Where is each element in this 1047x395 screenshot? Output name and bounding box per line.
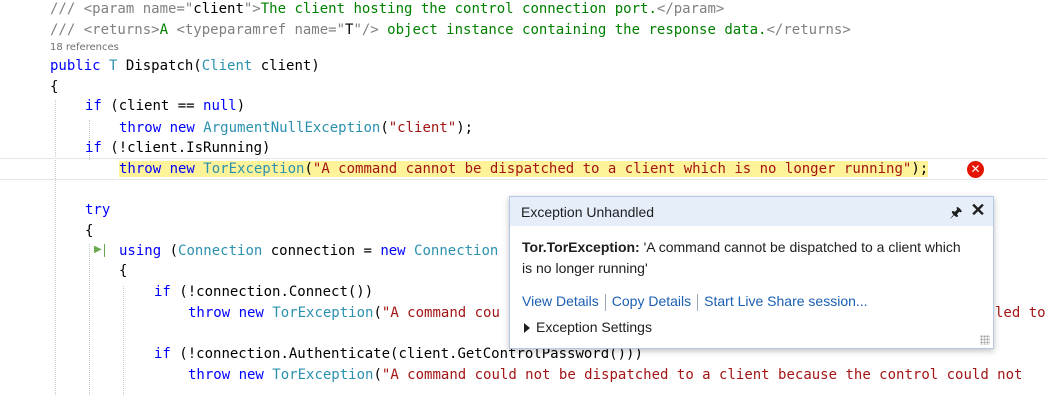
exception-type: Tor.TorException: bbox=[522, 239, 640, 255]
exception-settings-toggle[interactable]: Exception Settings bbox=[524, 317, 652, 337]
run-to-click-icon[interactable]: ▶ bbox=[94, 244, 102, 255]
expand-triangle-icon bbox=[524, 323, 530, 333]
codelens-references[interactable]: 18 references bbox=[50, 41, 119, 55]
close-icon[interactable]: ✕ bbox=[969, 200, 987, 222]
exception-settings-label: Exception Settings bbox=[536, 319, 652, 335]
indent-guide bbox=[123, 286, 124, 395]
code-line: throw new TorException("A command could … bbox=[188, 367, 1023, 383]
view-details-link[interactable]: View Details bbox=[522, 293, 599, 309]
copy-details-link[interactable]: Copy Details bbox=[612, 293, 691, 309]
code-line-fragment: led to bbox=[995, 305, 1046, 321]
code-line: /// <param name="client">The client host… bbox=[50, 1, 725, 17]
run-to-click-bar bbox=[104, 244, 105, 257]
pin-icon[interactable]: 🖈 bbox=[949, 202, 963, 220]
current-statement-highlight: throw new TorException("A command cannot… bbox=[119, 161, 929, 177]
code-line: { bbox=[119, 263, 128, 279]
code-line: try bbox=[85, 202, 111, 218]
code-line: { bbox=[50, 79, 59, 95]
separator bbox=[604, 293, 606, 311]
code-line: { bbox=[85, 223, 94, 239]
indent-guide bbox=[55, 100, 56, 395]
exception-message: Tor.TorException: 'A command cannot be d… bbox=[522, 237, 962, 279]
separator bbox=[697, 293, 699, 311]
exception-popup: Exception Unhandled 🖈 ✕ Tor.TorException… bbox=[509, 196, 994, 349]
code-line: if (!connection.Connect()) bbox=[154, 284, 374, 300]
exception-popup-header: Exception Unhandled 🖈 ✕ bbox=[510, 197, 993, 226]
code-line: if (client == null) bbox=[85, 98, 246, 114]
code-line: public T Dispatch(Client client) bbox=[50, 58, 320, 74]
current-statement-line: throw new TorException("A command cannot… bbox=[119, 159, 929, 179]
exception-actions: View Details Copy Details Start Live Share… bbox=[522, 291, 868, 311]
resize-grip-icon[interactable] bbox=[980, 335, 990, 345]
error-icon[interactable]: ✕ bbox=[967, 161, 984, 178]
code-line: using (Connection connection = new Conne… bbox=[119, 243, 499, 259]
code-line: throw new TorException("A command cou bbox=[188, 305, 500, 321]
live-share-link[interactable]: Start Live Share session... bbox=[704, 293, 867, 309]
exception-popup-title: Exception Unhandled bbox=[521, 204, 655, 220]
code-line: /// <returns>A <typeparamref name="T"/> … bbox=[50, 22, 851, 38]
indent-guide bbox=[89, 244, 90, 395]
code-line: throw new ArgumentNullException("client"… bbox=[119, 120, 474, 136]
code-line: if (!client.IsRunning) bbox=[85, 140, 271, 156]
